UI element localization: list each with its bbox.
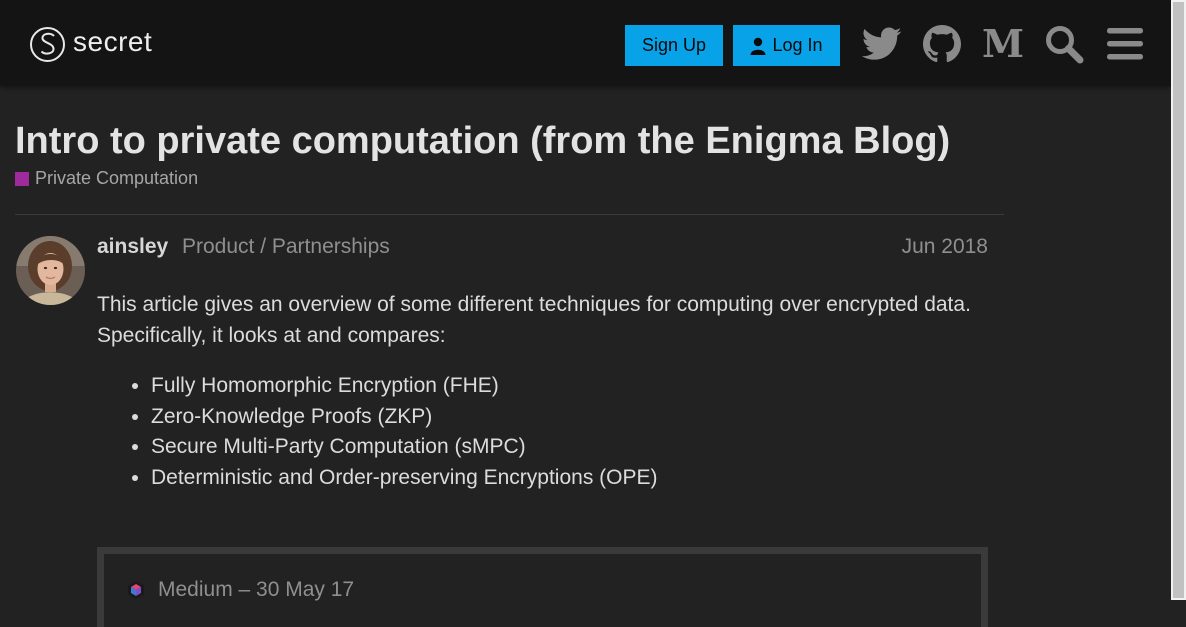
list-item: Zero-Knowledge Proofs (ZKP) [151,402,977,433]
title-divider [15,214,1004,215]
hamburger-menu-icon[interactable] [1105,24,1145,64]
onebox-source[interactable]: Medium – 30 May 17 [126,578,354,602]
log-in-label: Log In [772,35,823,55]
log-in-button[interactable]: Log In [733,25,840,66]
enigma-favicon-icon [126,580,146,600]
list-item: Secure Multi-Party Computation (sMPC) [151,432,977,463]
onebox-source-label: Medium – 30 May 17 [158,578,355,601]
post-paragraph: This article gives an overview of some d… [97,293,971,316]
technique-list: Fully Homomorphic Encryption (FHE) Zero-… [97,371,977,493]
topic-title[interactable]: Intro to private computation (from the E… [15,120,950,163]
user-icon [750,37,766,55]
post-user-title: Product / Partnerships [182,235,390,258]
page-scrollbar[interactable] [1171,0,1186,600]
sign-up-button[interactable]: Sign Up [625,25,723,66]
post-username[interactable]: ainsley [97,235,168,259]
list-item: Fully Homomorphic Encryption (FHE) [151,371,977,402]
category-badge[interactable]: Private Computation [15,168,198,189]
list-item: Deterministic and Order-preserving Encry… [151,463,977,494]
twitter-icon[interactable] [862,24,902,64]
logo-text: secret [73,26,153,57]
github-icon[interactable] [922,24,962,64]
medium-icon[interactable]: M [981,21,1025,66]
sign-up-label: Sign Up [641,35,707,55]
post-paragraph: Specifically, it looks at and compares: [97,323,446,347]
link-preview-onebox[interactable]: Medium – 30 May 17 [97,547,988,627]
secret-logo-icon [30,26,65,62]
post-date[interactable]: Jun 2018 [880,235,988,259]
category-label: Private Computation [35,168,199,188]
site-logo[interactable]: secret [30,24,152,64]
scrollbar-thumb[interactable] [1173,2,1184,598]
post-body: This article gives an overview of some d… [97,290,977,493]
avatar[interactable] [16,236,85,305]
medium-letter: M [981,21,1025,66]
search-icon[interactable] [1044,24,1084,64]
site-header: secret Sign Up Log In M [0,0,1171,86]
category-color-swatch [15,171,29,186]
